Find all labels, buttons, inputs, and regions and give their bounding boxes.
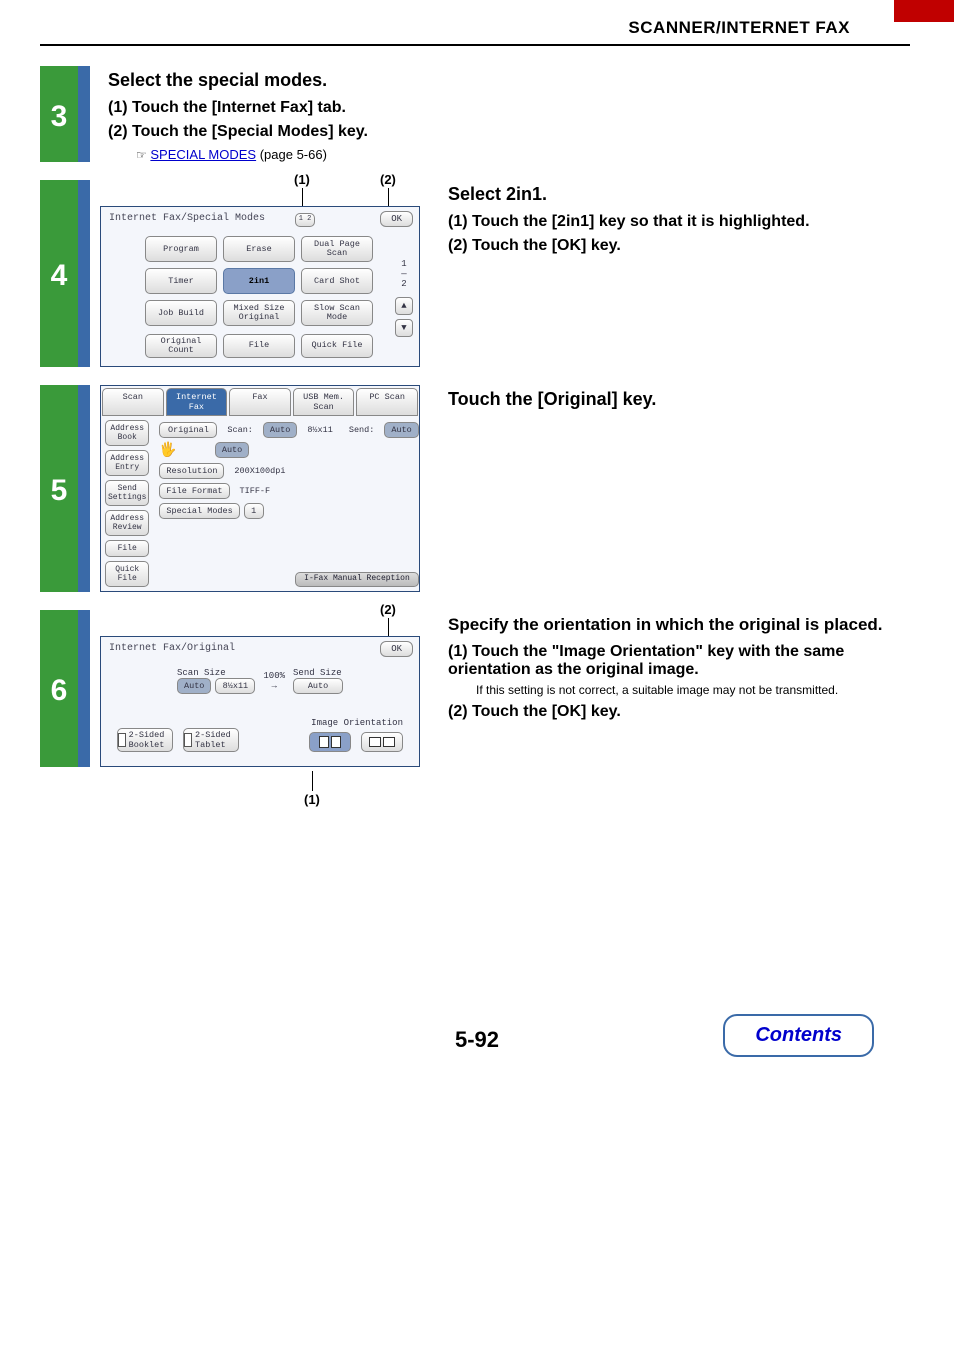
send-auto-value: Auto — [384, 422, 418, 438]
step-6-number: 6 — [40, 616, 78, 767]
exposure-icon: 🖐 — [159, 442, 176, 459]
step-5-title: Touch the [Original] key. — [448, 389, 914, 410]
file-side-button[interactable]: File — [105, 540, 149, 557]
file-format-value: TIFF-F — [234, 484, 277, 498]
tab-scan[interactable]: Scan — [102, 388, 164, 416]
quick-file-side-button[interactable]: Quick File — [105, 561, 149, 587]
pointer-icon: ☞ — [136, 148, 147, 162]
scroll-down-button[interactable]: ▼ — [395, 319, 413, 337]
zoom-pct: 100% — [263, 671, 285, 681]
2-sided-tablet-button[interactable]: 2-Sided Tablet — [183, 728, 239, 752]
original-key[interactable]: Original — [159, 422, 217, 438]
file-format-key[interactable]: File Format — [159, 483, 229, 499]
scan-size-label: Scan Size — [177, 668, 255, 678]
contents-link[interactable]: Contents — [723, 1014, 874, 1057]
send-settings-button[interactable]: Send Settings — [105, 480, 149, 506]
orientation-landscape-button[interactable] — [361, 732, 403, 752]
step-4-number: 4 — [40, 186, 78, 367]
callout-4-1: (1) — [294, 172, 310, 187]
special-modes-link[interactable]: SPECIAL MODES — [150, 147, 256, 162]
scan-size-paper[interactable]: 8½x11 — [215, 678, 255, 694]
address-entry-button[interactable]: Address Entry — [105, 450, 149, 476]
original-count-button[interactable]: Original Count — [145, 334, 217, 358]
step-4-item-2: (2) Touch the [OK] key. — [448, 237, 914, 255]
panel-4-title: Internet Fax/Special Modes — [101, 207, 419, 228]
page-header: SCANNER/INTERNET FAX — [628, 18, 850, 38]
step-5-number: 5 — [40, 391, 78, 592]
timer-button[interactable]: Timer — [145, 268, 217, 294]
ifax-manual-reception-button[interactable]: I-Fax Manual Reception — [295, 572, 419, 586]
step-4-item-1: (1) Touch the [2in1] key so that it is h… — [448, 213, 914, 231]
tab-fax[interactable]: Fax — [229, 388, 291, 416]
tab-internet-fax[interactable]: Internet Fax — [166, 388, 228, 416]
address-review-button[interactable]: Address Review — [105, 510, 149, 536]
mixed-size-original-button[interactable]: Mixed Size Original — [223, 300, 295, 326]
slow-scan-mode-button[interactable]: Slow Scan Mode — [301, 300, 373, 326]
file-button[interactable]: File — [223, 334, 295, 358]
step-3-item-1: (1) Touch the [Internet Fax] tab. — [108, 99, 914, 117]
dual-page-scan-button[interactable]: Dual Page Scan — [301, 236, 373, 262]
callout-4-2: (2) — [380, 172, 396, 187]
quick-file-button[interactable]: Quick File — [301, 334, 373, 358]
resolution-value: 200X100dpi — [228, 464, 291, 478]
tab-pc-scan[interactable]: PC Scan — [356, 388, 418, 416]
callout-6-2: (2) — [380, 602, 396, 617]
callout-6-1: (1) — [304, 792, 320, 807]
scroll-up-button[interactable]: ▲ — [395, 297, 413, 315]
step-3-number: 3 — [40, 72, 78, 162]
arrow-icon: → — [263, 681, 285, 691]
send-label: Send: — [343, 423, 381, 437]
job-build-button[interactable]: Job Build — [145, 300, 217, 326]
scan-size-value: 8½x11 — [301, 423, 339, 437]
link-page-ref: (page 5-66) — [256, 147, 327, 162]
address-book-button[interactable]: Address Book — [105, 420, 149, 446]
scan-label: Scan: — [221, 423, 259, 437]
step-3-item-2: (2) Touch the [Special Modes] key. — [108, 123, 914, 141]
erase-button[interactable]: Erase — [223, 236, 295, 262]
step-3-title: Select the special modes. — [108, 70, 914, 91]
resolution-key[interactable]: Resolution — [159, 463, 224, 479]
scan-size-auto: Auto — [177, 678, 211, 694]
scan-auto-value: Auto — [263, 422, 297, 438]
program-button[interactable]: Program — [145, 236, 217, 262]
2-sided-booklet-button[interactable]: 2-Sided Booklet — [117, 728, 173, 752]
step-6-note: If this setting is not correct, a suitab… — [476, 683, 914, 697]
2in1-indicator-icon: 1 2 — [295, 213, 315, 227]
step-4-title: Select 2in1. — [448, 184, 914, 205]
ok-button[interactable]: OK — [380, 211, 413, 227]
step-6-title: Specify the orientation in which the ori… — [448, 614, 914, 635]
exposure-auto-value: Auto — [215, 442, 249, 458]
2in1-button[interactable]: 2in1 — [223, 268, 295, 294]
send-size-auto[interactable]: Auto — [293, 678, 343, 694]
send-size-label: Send Size — [293, 668, 343, 678]
special-modes-indicator: 1 — [244, 503, 264, 519]
tab-usb-mem-scan[interactable]: USB Mem. Scan — [293, 388, 355, 416]
image-orientation-label: Image Orientation — [309, 718, 403, 728]
panel-6-title: Internet Fax/Original — [101, 637, 419, 658]
special-modes-key[interactable]: Special Modes — [159, 503, 239, 519]
step-6-item-1: (1) Touch the "Image Orientation" key wi… — [448, 643, 914, 697]
orientation-portrait-button[interactable] — [309, 732, 351, 752]
corner-accent — [894, 0, 954, 22]
ok-button-6[interactable]: OK — [380, 641, 413, 657]
card-shot-button[interactable]: Card Shot — [301, 268, 373, 294]
step-6-item-2: (2) Touch the [OK] key. — [448, 703, 914, 721]
